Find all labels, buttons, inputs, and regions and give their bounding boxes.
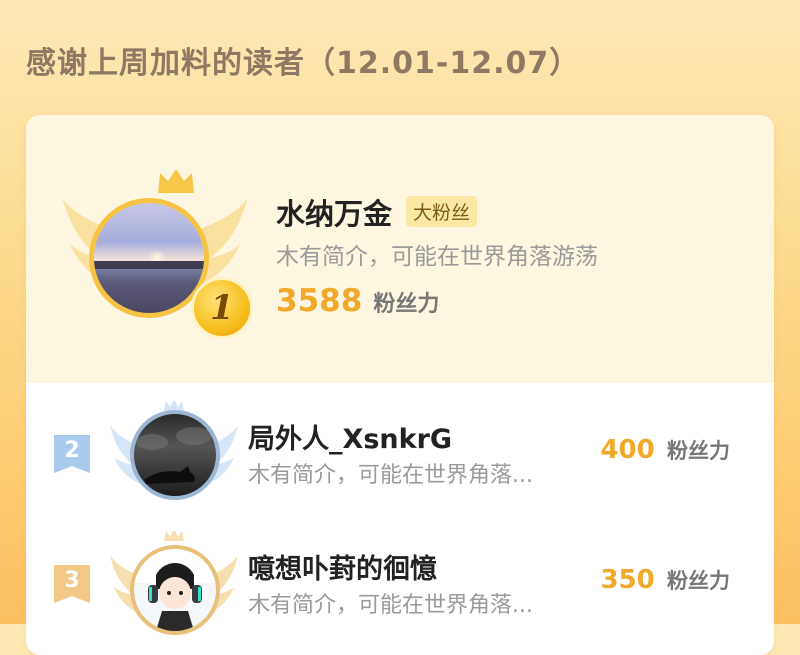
user-avatar[interactable] — [130, 410, 220, 500]
rank-1-medal: 1 — [191, 277, 253, 339]
fan-power-value: 3588 — [276, 283, 363, 319]
user-name[interactable]: 水纳万金 — [276, 191, 392, 233]
anime-headphones-icon — [134, 549, 216, 631]
rank-2-entry[interactable]: 2 局外人_XsnkrG 木有简介，可能在世界角落... 400 粉丝力 — [26, 397, 774, 517]
user-bio: 木有简介，可能在世界角落... — [248, 463, 533, 488]
user-bio: 木有简介，可能在世界角落... — [248, 593, 533, 618]
page-title: 感谢上周加料的读者（12.01-12.07） — [26, 46, 581, 81]
user-bio: 木有简介，可能在世界角落游荡 — [276, 244, 598, 270]
fan-power: 3588 粉丝力 — [276, 283, 439, 319]
fan-power-unit: 粉丝力 — [373, 292, 440, 317]
fan-power: 350 粉丝力 — [600, 565, 730, 595]
user-name[interactable]: 噫想卟葑的徊憶 — [248, 547, 437, 586]
fan-power-value: 400 — [600, 435, 655, 465]
crown-icon — [158, 169, 194, 193]
shoreline — [94, 261, 204, 269]
fan-level-badge: 大粉丝 — [406, 196, 478, 227]
rank-1-entry[interactable]: 1 水纳万金 大粉丝 木有简介，可能在世界角落游荡 3588 粉丝力 — [26, 115, 774, 383]
fan-power-unit: 粉丝力 — [667, 439, 730, 463]
rank-2-flag: 2 — [54, 435, 90, 473]
ranking-card: 1 水纳万金 大粉丝 木有简介，可能在世界角落游荡 3588 粉丝力 2 局外人… — [26, 115, 774, 655]
fan-power: 400 粉丝力 — [600, 435, 730, 465]
user-name[interactable]: 局外人_XsnkrG — [248, 417, 452, 456]
fan-power-value: 350 — [600, 565, 655, 595]
cat-silhouette-icon — [136, 427, 212, 484]
fan-power-unit: 粉丝力 — [667, 569, 730, 593]
rank-3-entry[interactable]: 3 噫想卟葑的徊憶 木有简介，可能在世界角落... 350 粉丝力 — [26, 527, 774, 647]
rank-3-flag: 3 — [54, 565, 90, 603]
user-avatar[interactable] — [130, 545, 220, 635]
